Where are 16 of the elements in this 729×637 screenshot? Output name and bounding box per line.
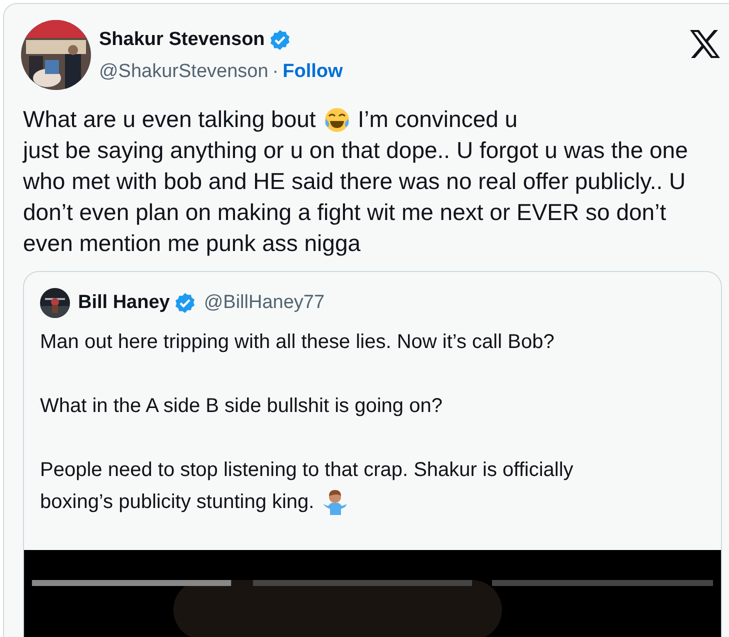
quoted-tweet-text: boxing’s publicity stunting king. bbox=[40, 490, 314, 515]
shrugging-person-icon bbox=[322, 489, 348, 515]
tweet-text: just be saying anything or u on that dope.. U forgot u was the one who met with bob and HE said there was no real offer publicly.. U don’t even plan on making a fight wit me next or EVER so don’t even mention me punk ass nigga bbox=[23, 136, 689, 258]
x-logo-icon[interactable] bbox=[689, 30, 721, 58]
tweet-text: I’m convinced u bbox=[358, 105, 518, 134]
laughing-emoji-icon bbox=[324, 106, 350, 132]
quoted-author-handle[interactable]: @BillHaney77 bbox=[204, 291, 325, 315]
separator: · bbox=[272, 60, 279, 84]
author-name[interactable]: Shakur Stevenson bbox=[99, 28, 265, 52]
quoted-author-name[interactable]: Bill Haney bbox=[78, 291, 170, 315]
quoted-tweet-text: What in the A side B side bullshit is going on? bbox=[40, 394, 442, 419]
quoted-tweet-text: Man out here tripping with all these lies. Now it’s call Bob? bbox=[40, 330, 554, 355]
author-handle[interactable]: @ShakurStevenson bbox=[99, 60, 268, 84]
follow-link[interactable]: Follow bbox=[282, 60, 343, 84]
tweet-text: What are u even talking bout bbox=[23, 105, 316, 134]
quoted-tweet-text: People need to stop listening to that crap. Shakur is officially bbox=[40, 458, 574, 483]
